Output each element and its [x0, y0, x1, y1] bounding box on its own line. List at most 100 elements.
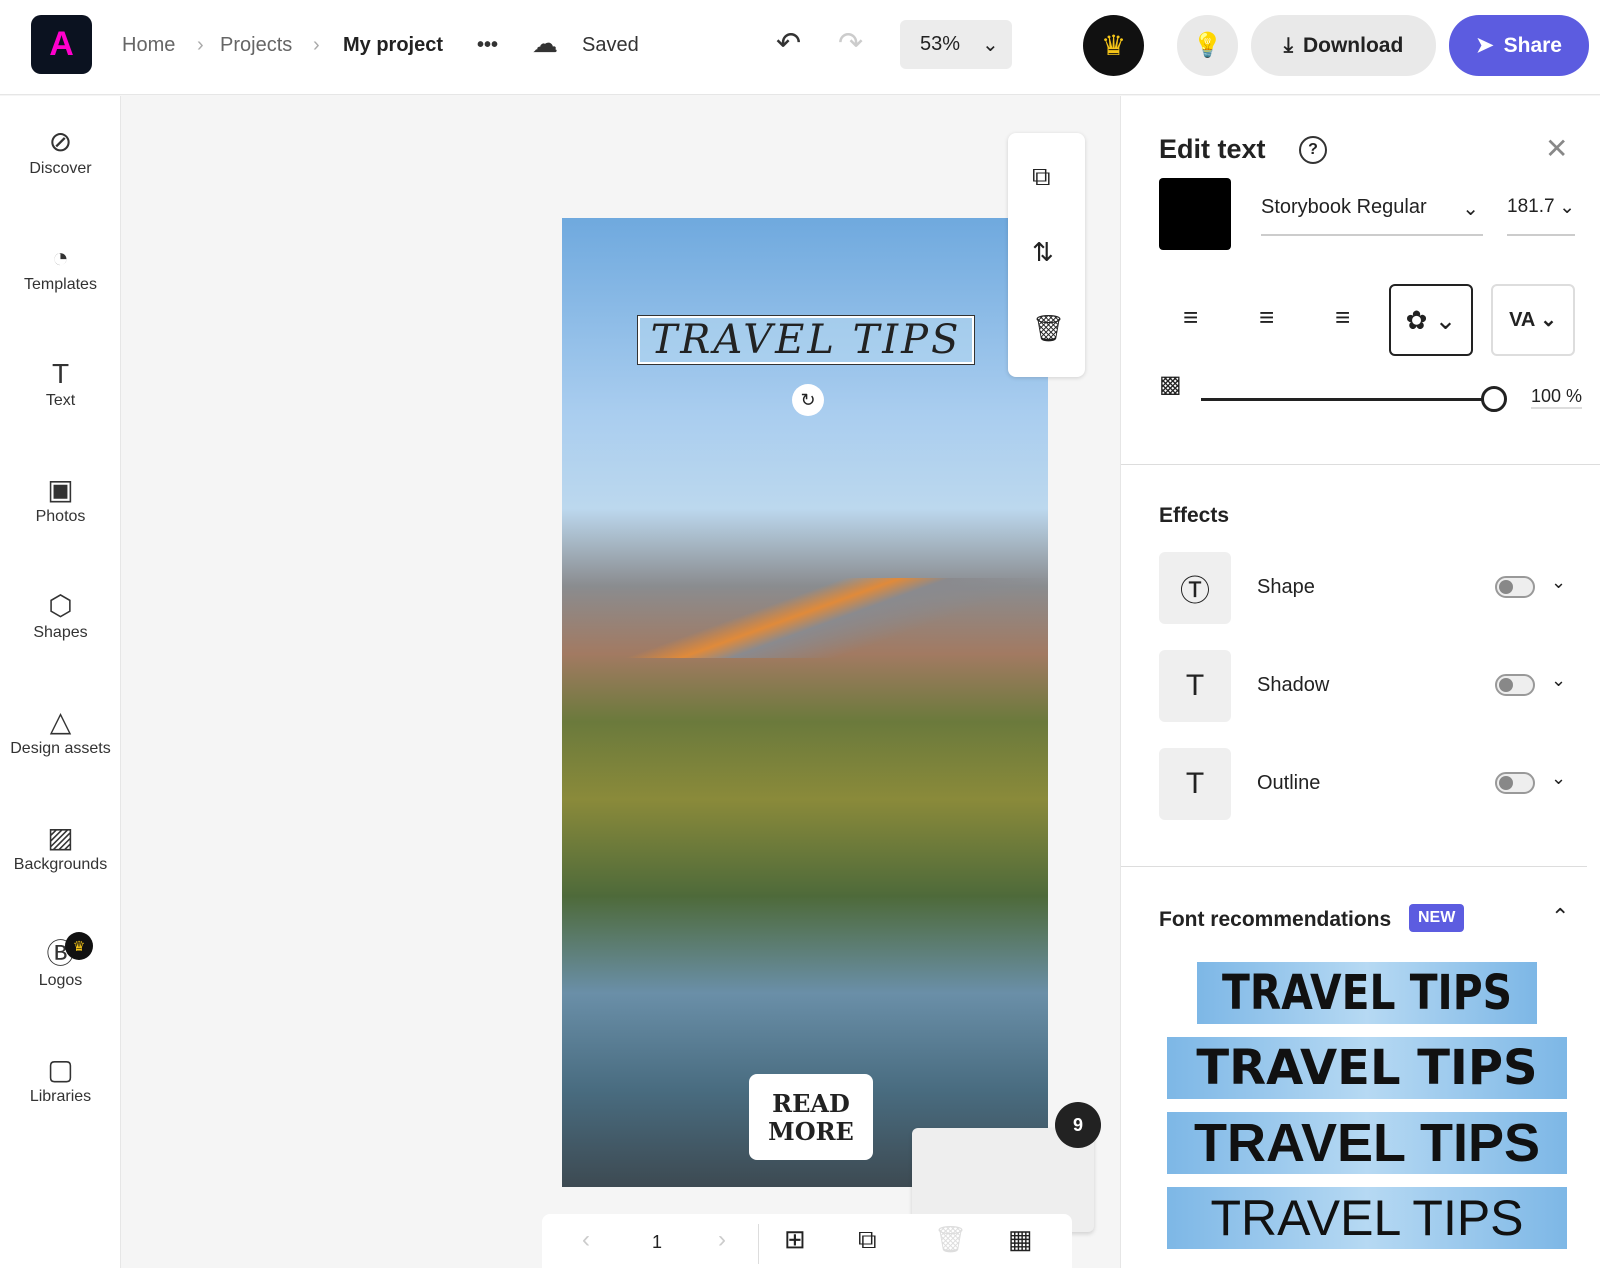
chevron-down-icon: ⌄ — [1559, 197, 1575, 218]
chevron-up-icon[interactable]: ⌃ — [1551, 904, 1569, 930]
sidebar-item-design-assets[interactable]: △ Design assets — [0, 704, 121, 758]
opacity-slider-thumb[interactable] — [1481, 386, 1507, 412]
outline-toggle[interactable] — [1495, 772, 1535, 794]
chevron-right-icon: › — [197, 34, 204, 56]
sidebar-item-text[interactable]: T Text — [0, 356, 121, 410]
libraries-icon: ▢ — [47, 1054, 74, 1085]
sidebar-item-libraries[interactable]: ▢ Libraries — [0, 1052, 121, 1106]
download-button[interactable]: ⤓ Download — [1251, 15, 1436, 76]
font-family-select[interactable]: Storybook Regular ⌄ — [1261, 196, 1483, 236]
more-options-button[interactable]: ••• — [477, 34, 498, 57]
opacity-slider[interactable] — [1201, 398, 1491, 401]
premium-crown-icon: ♛ — [65, 932, 93, 960]
page-navigator: ‹ 1 › ⊞ ⧉ 🗑 ▦ — [542, 1214, 1072, 1268]
redo-button[interactable]: ↷ — [838, 26, 863, 61]
breadcrumb-home[interactable]: Home — [122, 34, 175, 57]
chevron-down-icon: ⌄ — [1462, 198, 1479, 220]
divider — [1121, 866, 1587, 867]
chevron-right-icon: › — [313, 34, 320, 56]
sidebar-item-shapes[interactable]: ⬡ Shapes — [0, 588, 121, 642]
outline-text-icon: T — [1159, 748, 1231, 820]
align-left-icon[interactable]: ≡ — [1183, 302, 1198, 333]
download-icon: ⤓ — [1283, 33, 1293, 57]
design-canvas[interactable]: TRAVEL TIPS ↻ READ MORE — [562, 218, 1048, 1187]
sidebar-item-backgrounds[interactable]: ▨ Backgrounds — [0, 820, 121, 874]
font-recommendation[interactable]: TRAVEL TIPS — [1197, 962, 1537, 1024]
help-icon[interactable]: ? — [1299, 136, 1327, 164]
text-icon: T — [51, 358, 70, 389]
photo-icon: ▣ — [47, 474, 74, 505]
panel-title: Edit text — [1159, 134, 1266, 164]
new-badge: NEW — [1409, 904, 1465, 932]
add-page-icon[interactable]: ⊞ — [784, 1224, 806, 1255]
breadcrumb-current: My project — [343, 34, 444, 56]
font-size-select[interactable]: 181.7 ⌄ — [1507, 196, 1575, 236]
zoom-value: 53% — [920, 33, 961, 55]
zoom-select[interactable]: 53% ⌄ — [900, 20, 1012, 69]
cloud-icon: ☁ — [532, 28, 558, 58]
shape-text-icon: Ⓣ — [1159, 552, 1231, 624]
shadow-text-icon: T — [1159, 650, 1231, 722]
text-style-dropdown[interactable]: ✿ ⌄ — [1389, 284, 1473, 356]
chevron-down-icon[interactable]: ⌄ — [1551, 572, 1566, 593]
duplicate-icon[interactable]: ⧉ — [1032, 161, 1051, 193]
arrange-icon[interactable]: ⇅ — [1032, 237, 1054, 268]
design-assets-icon: △ — [49, 706, 72, 737]
font-recommendation[interactable]: TRAVEL TIPS — [1167, 1187, 1567, 1249]
top-bar: A Home › Projects › My project ••• ☁ Sav… — [0, 0, 1600, 95]
grid-view-icon[interactable]: ▦ — [1008, 1224, 1033, 1255]
element-toolbar: ⧉ ⇅ 🗑 — [1008, 133, 1085, 377]
sidebar-item-discover[interactable]: ⊘ Discover — [0, 124, 121, 178]
divider — [1121, 464, 1600, 465]
close-icon[interactable]: ✕ — [1545, 132, 1568, 165]
sidebar-item-photos[interactable]: ▣ Photos — [0, 472, 121, 526]
app-logo[interactable]: A — [31, 15, 92, 74]
font-recommendations-heading: Font recommendations — [1159, 908, 1392, 931]
align-right-icon[interactable]: ≡ — [1335, 302, 1350, 333]
undo-button[interactable]: ↶ — [776, 26, 801, 61]
opacity-icon: ▩ — [1159, 371, 1182, 398]
shapes-icon: ⬡ — [48, 590, 73, 621]
sidebar-item-templates[interactable]: ◔ Templates — [0, 240, 121, 294]
prev-page-button[interactable]: ‹ — [582, 1226, 590, 1254]
page-count-badge: 9 — [1055, 1102, 1101, 1148]
font-recommendation[interactable]: TRAVEL TIPS — [1167, 1037, 1567, 1099]
mountain-image — [562, 578, 1048, 658]
send-icon: ➤ — [1476, 34, 1494, 57]
chevron-down-icon[interactable]: ⌄ — [1551, 768, 1566, 789]
sidebar-item-logos[interactable]: Ⓑ Logos — [0, 936, 121, 990]
chevron-down-icon: ⌄ — [982, 34, 999, 56]
text-color-swatch[interactable] — [1159, 178, 1231, 250]
effect-shadow[interactable]: T Shadow ⌄ — [1159, 650, 1579, 722]
chevron-down-icon[interactable]: ⌄ — [1551, 670, 1566, 691]
logos-icon: Ⓑ — [46, 938, 75, 969]
compass-icon: ⊘ — [48, 126, 73, 157]
title-text-box[interactable]: TRAVEL TIPS — [637, 315, 975, 365]
premium-crown-button[interactable]: ♛ — [1083, 15, 1144, 76]
templates-icon: ◔ — [52, 242, 69, 273]
next-page-button[interactable]: › — [718, 1226, 726, 1254]
read-more-button[interactable]: READ MORE — [749, 1074, 873, 1160]
delete-icon[interactable]: 🗑 — [1032, 313, 1065, 344]
backgrounds-icon: ▨ — [47, 822, 74, 853]
align-center-icon[interactable]: ≡ — [1259, 302, 1274, 333]
sidebar: ⊘ Discover ◔ Templates T Text ▣ Photos ⬡ Shap… — [0, 96, 121, 1268]
share-button[interactable]: ➤ Share — [1449, 15, 1589, 76]
lightbulb-button[interactable]: 💡 — [1177, 15, 1238, 76]
shape-toggle[interactable] — [1495, 576, 1535, 598]
rotate-handle[interactable]: ↻ — [792, 384, 824, 416]
edit-text-panel: Edit text ? ✕ Storybook Regular ⌄ 181.7 ⌄ … — [1120, 96, 1600, 1268]
divider — [758, 1224, 759, 1264]
shadow-toggle[interactable] — [1495, 674, 1535, 696]
delete-page-icon[interactable]: 🗑 — [934, 1224, 967, 1255]
breadcrumb-projects[interactable]: Projects — [220, 34, 292, 57]
letter-spacing-dropdown[interactable]: VA ⌄ — [1491, 284, 1575, 356]
effect-shape[interactable]: Ⓣ Shape ⌄ — [1159, 552, 1579, 624]
save-status: Saved — [582, 34, 639, 56]
effects-heading: Effects — [1159, 504, 1230, 527]
duplicate-page-icon[interactable]: ⧉ — [858, 1224, 877, 1256]
page-number: 1 — [652, 1232, 663, 1252]
font-recommendation[interactable]: TRAVEL TIPS — [1167, 1112, 1567, 1174]
opacity-value[interactable]: 100 % — [1531, 386, 1583, 409]
effect-outline[interactable]: T Outline ⌄ — [1159, 748, 1579, 820]
